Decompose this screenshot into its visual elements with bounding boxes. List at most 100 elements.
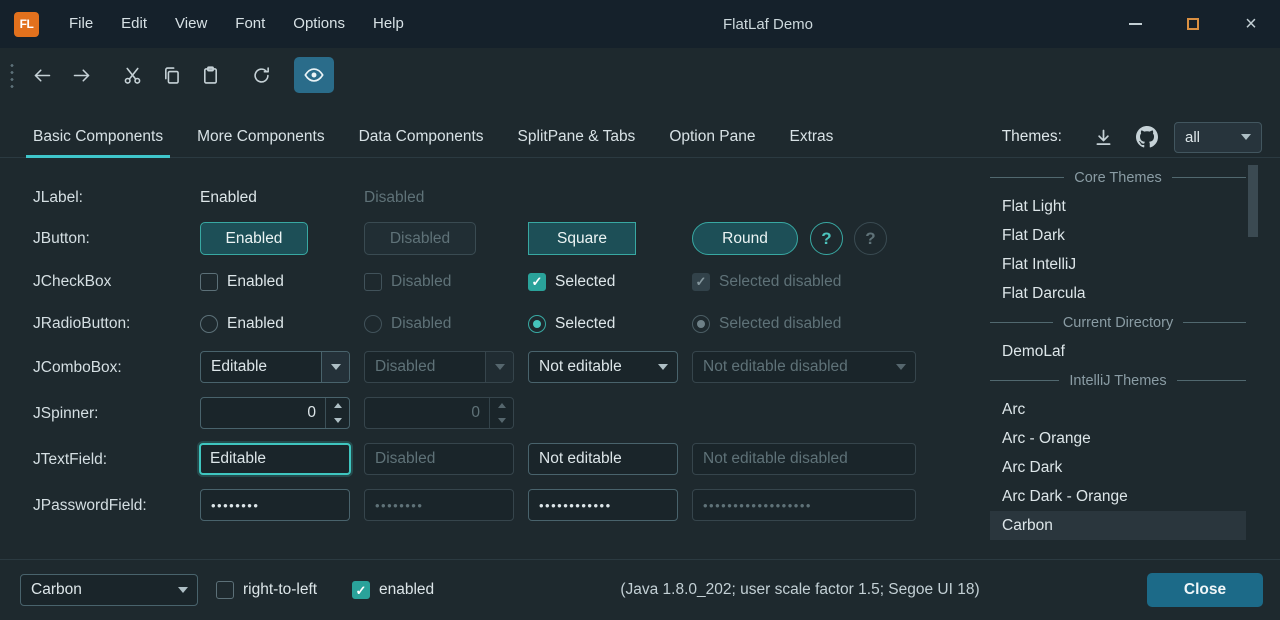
theme-item-flat-darcula[interactable]: Flat Darcula — [990, 279, 1246, 308]
passwordfield-enabled[interactable]: •••••••• — [200, 489, 350, 521]
combobox-not-editable[interactable]: Not editable — [528, 351, 678, 383]
paste-button[interactable] — [192, 57, 228, 93]
tab-basic-components[interactable]: Basic Components — [16, 117, 180, 157]
theme-item-carbon[interactable]: Carbon — [990, 511, 1246, 540]
forward-arrow-icon — [71, 65, 92, 86]
jbutton-row-label: JButton: — [33, 222, 90, 255]
menu-edit[interactable]: Edit — [107, 0, 161, 48]
close-window-button[interactable]: × — [1222, 0, 1280, 48]
github-button[interactable] — [1130, 121, 1164, 153]
scissors-icon — [122, 65, 143, 86]
scrollbar-thumb[interactable] — [1248, 165, 1258, 237]
jlabel-row-label: JLabel: — [33, 181, 83, 214]
spinner-down-button[interactable] — [326, 413, 349, 428]
jlabel-enabled: Enabled — [200, 181, 257, 214]
theme-item-arc-dark-orange[interactable]: Arc Dark - Orange — [990, 482, 1246, 511]
close-icon: × — [1245, 14, 1257, 34]
checkbox-selected-disabled: ✓ Selected disabled — [692, 265, 841, 298]
checkbox-box — [364, 273, 382, 291]
copy-button[interactable] — [153, 57, 189, 93]
radio-label: Selected — [555, 315, 615, 333]
right-to-left-checkbox[interactable]: right-to-left — [216, 574, 317, 606]
eye-icon — [303, 64, 325, 86]
theme-item-arc-orange[interactable]: Arc - Orange — [990, 424, 1246, 453]
radio-label: Disabled — [391, 315, 451, 333]
back-arrow-icon — [32, 65, 53, 86]
jcombobox-row-label: JComboBox: — [33, 351, 122, 384]
close-button[interactable]: Close — [1147, 573, 1263, 607]
combobox-not-editable-disabled: Not editable disabled — [692, 351, 916, 383]
textfield-editable[interactable]: Editable — [199, 443, 351, 475]
help-button-disabled: ? — [854, 222, 887, 255]
textfield-not-editable-disabled: Not editable disabled — [692, 443, 916, 475]
main-tabs: Basic Components More Components Data Co… — [0, 117, 1280, 158]
combobox-value[interactable]: Editable — [201, 358, 321, 376]
theme-filter-value: all — [1185, 129, 1200, 146]
spinner-value[interactable]: 0 — [201, 398, 325, 428]
square-button[interactable]: Square — [528, 222, 636, 255]
theme-combobox[interactable]: Carbon — [20, 574, 198, 606]
combobox-arrow-button[interactable] — [649, 352, 677, 382]
jspinner-row: JSpinner: 0 0 — [0, 397, 985, 430]
chevron-down-icon — [331, 364, 341, 370]
enabled-checkbox[interactable]: ✓ enabled — [352, 574, 434, 606]
jcheckbox-row-label: JCheckBox — [33, 265, 111, 298]
minimize-icon — [1129, 23, 1142, 25]
passwordfield-not-editable[interactable]: •••••••••••• — [528, 489, 678, 521]
toolbar-grip-handle[interactable] — [10, 62, 14, 89]
radio-selected[interactable]: Selected — [528, 307, 615, 340]
tab-extras[interactable]: Extras — [773, 117, 851, 157]
combobox-arrow-button[interactable] — [169, 575, 197, 605]
menu-view[interactable]: View — [161, 0, 221, 48]
combobox-arrow-button[interactable] — [321, 352, 349, 382]
spinner-enabled[interactable]: 0 — [200, 397, 350, 429]
theme-item-arc-dark[interactable]: Arc Dark — [990, 453, 1246, 482]
radio-circle — [692, 315, 710, 333]
menu-font[interactable]: Font — [221, 0, 279, 48]
textfield-not-editable[interactable]: Not editable — [528, 443, 678, 475]
forward-button[interactable] — [63, 57, 99, 93]
themes-separator-current-directory: Current Directory — [990, 308, 1246, 337]
themes-scrollbar[interactable] — [1248, 163, 1258, 559]
show-hidden-toggle-button[interactable] — [294, 57, 334, 93]
checkbox-disabled: Disabled — [364, 265, 451, 298]
cut-button[interactable] — [114, 57, 150, 93]
refresh-icon — [251, 65, 272, 86]
enabled-button[interactable]: Enabled — [200, 222, 308, 255]
checkbox-enabled[interactable]: Enabled — [200, 265, 284, 298]
tab-option-pane[interactable]: Option Pane — [652, 117, 772, 157]
spinner-up-button[interactable] — [326, 398, 349, 413]
theme-item-demolaf[interactable]: DemoLaf — [990, 337, 1246, 366]
disabled-button: Disabled — [364, 222, 476, 255]
spinner-arrows — [325, 398, 349, 428]
theme-item-flat-intellij[interactable]: Flat IntelliJ — [990, 250, 1246, 279]
tab-data-components[interactable]: Data Components — [342, 117, 501, 157]
refresh-button[interactable] — [243, 57, 279, 93]
menu-help[interactable]: Help — [359, 0, 418, 48]
help-button[interactable]: ? — [810, 222, 843, 255]
separator-line — [1183, 322, 1246, 323]
theme-filter-combobox[interactable]: all — [1174, 122, 1262, 153]
combobox-editable[interactable]: Editable — [200, 351, 350, 383]
radio-enabled[interactable]: Enabled — [200, 307, 284, 340]
tab-more-components[interactable]: More Components — [180, 117, 342, 157]
radio-label: Enabled — [227, 315, 284, 333]
round-button[interactable]: Round — [692, 222, 798, 255]
download-themes-button[interactable] — [1086, 121, 1120, 153]
themes-label: Themes: — [1002, 128, 1062, 146]
theme-item-flat-dark[interactable]: Flat Dark — [990, 221, 1246, 250]
tab-splitpane-tabs[interactable]: SplitPane & Tabs — [501, 117, 653, 157]
jbutton-row: JButton: Enabled Disabled Square Round ?… — [0, 222, 985, 255]
menu-options[interactable]: Options — [279, 0, 359, 48]
back-button[interactable] — [24, 57, 60, 93]
menu-file[interactable]: File — [55, 0, 107, 48]
maximize-button[interactable] — [1164, 0, 1222, 48]
theme-item-flat-light[interactable]: Flat Light — [990, 192, 1246, 221]
checkbox-selected[interactable]: ✓ Selected — [528, 265, 615, 298]
jradiobutton-row: JRadioButton: Enabled Disabled Selected … — [0, 307, 985, 340]
separator-line — [990, 322, 1053, 323]
chevron-down-icon — [334, 418, 342, 423]
checkbox-label: Disabled — [391, 273, 451, 291]
theme-item-arc[interactable]: Arc — [990, 395, 1246, 424]
minimize-button[interactable] — [1106, 0, 1164, 48]
